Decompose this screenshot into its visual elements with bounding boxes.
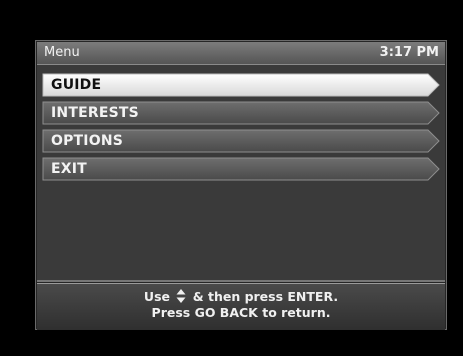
menu-item-options[interactable]: OPTIONS [42,129,440,153]
menu-item-guide[interactable]: GUIDE [42,73,440,97]
menu-window: Menu 3:17 PM GUIDE INTERESTS OPTIONS EXI… [35,40,447,330]
help-footer: Use & then press ENTER. Press GO BACK to… [37,283,445,330]
title-bar: Menu 3:17 PM [37,42,445,65]
menu-item-label: EXIT [51,161,87,177]
up-down-arrows-icon [176,289,186,303]
clock: 3:17 PM [379,45,439,60]
help-text-enter: & then press ENTER. [192,289,339,304]
menu-item-exit[interactable]: EXIT [42,157,440,181]
menu-item-label: GUIDE [51,77,102,93]
menu-item-interests[interactable]: INTERESTS [42,101,440,125]
help-text-use: Use [143,289,170,304]
menu-item-label: OPTIONS [51,133,124,149]
tv-screen: Menu 3:17 PM GUIDE INTERESTS OPTIONS EXI… [0,0,463,356]
selected-item-shape [42,73,440,97]
item-shape [42,157,440,181]
help-line-1: Use & then press ENTER. [37,289,445,305]
window-title: Menu [44,45,80,60]
menu-list: GUIDE INTERESTS OPTIONS EXIT [37,65,445,282]
help-line-2: Press GO BACK to return. [151,305,331,320]
menu-item-label: INTERESTS [51,105,139,121]
